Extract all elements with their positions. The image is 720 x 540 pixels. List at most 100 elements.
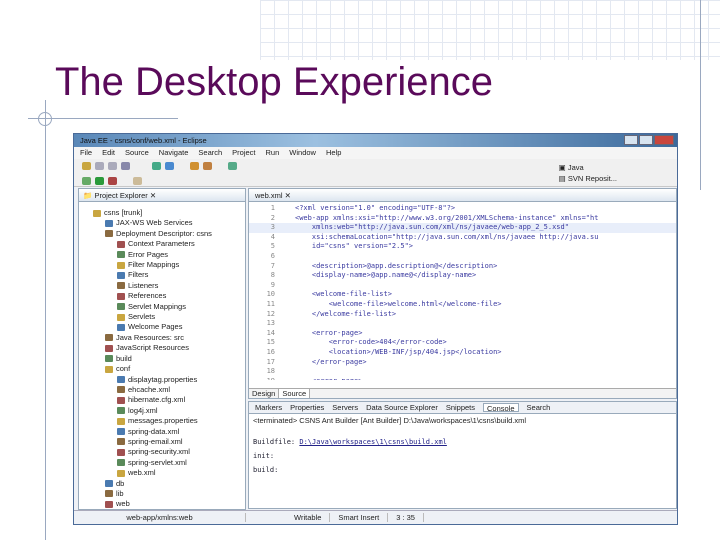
tree-item[interactable]: web.xml xyxy=(79,468,245,478)
menu-window[interactable]: Window xyxy=(289,148,316,158)
menu-search[interactable]: Search xyxy=(198,148,222,158)
tree-item[interactable]: conf xyxy=(79,364,245,374)
code-text: id="csns" version="2.5"> xyxy=(295,242,414,251)
tree-item[interactable]: lib xyxy=(79,489,245,499)
tree-item[interactable]: References xyxy=(79,291,245,301)
code-text: <welcome-file-list> xyxy=(295,290,392,299)
navigate-icon[interactable] xyxy=(133,177,142,185)
tree-item[interactable]: csns [trunk] xyxy=(79,208,245,218)
tree-item-label: Servlet Mappings xyxy=(128,301,186,311)
tree-item[interactable]: Filters xyxy=(79,270,245,280)
menu-project[interactable]: Project xyxy=(232,148,255,158)
eclipse-window: Java EE - csns/conf/web.xml - Eclipse Fi… xyxy=(73,133,678,525)
perspective-java[interactable]: ▣ Java xyxy=(559,162,617,173)
decor-line xyxy=(700,0,701,190)
folder-icon xyxy=(105,334,113,342)
external-tools-icon[interactable] xyxy=(108,177,117,185)
tree-item[interactable]: messages.properties xyxy=(79,416,245,426)
tree-item[interactable]: Java Resources: src xyxy=(79,333,245,343)
tree-item[interactable]: spring-data.xml xyxy=(79,427,245,437)
menu-help[interactable]: Help xyxy=(326,148,341,158)
debug-icon[interactable] xyxy=(82,177,91,185)
save-icon[interactable] xyxy=(95,162,104,170)
line-number: 6 xyxy=(270,251,275,260)
menu-navigate[interactable]: Navigate xyxy=(159,148,189,158)
tab-design[interactable]: Design xyxy=(249,389,280,398)
tree-item[interactable]: hibernate.cfg.xml xyxy=(79,395,245,405)
globe-icon[interactable] xyxy=(165,162,174,170)
code-line: 16 <location>/WEB-INF/jsp/404.jsp</locat… xyxy=(249,348,676,358)
tab-snippets[interactable]: Snippets xyxy=(446,403,475,412)
menu-edit[interactable]: Edit xyxy=(102,148,115,158)
print-icon[interactable] xyxy=(121,162,130,170)
view-tabs: Markers Properties Servers Data Source Expl… xyxy=(249,402,676,414)
tab-project-explorer[interactable]: 📁 Project Explorer ✕ xyxy=(79,189,245,202)
folder-icon xyxy=(105,480,113,488)
file-icon xyxy=(117,469,125,477)
folder-icon xyxy=(105,230,113,238)
menu-run[interactable]: Run xyxy=(266,148,280,158)
code-line: 17 </error-page> xyxy=(249,358,676,368)
tree-item[interactable]: Error Pages xyxy=(79,250,245,260)
tab-search[interactable]: Search xyxy=(527,403,551,412)
code-text: <location>/WEB-INF/jsp/404.jsp</location… xyxy=(295,347,502,356)
tree-item-label: spring-servlet.xml xyxy=(128,457,187,467)
tree-item[interactable]: Listeners xyxy=(79,281,245,291)
tree-item[interactable]: Context Parameters xyxy=(79,239,245,249)
new-server-icon[interactable] xyxy=(152,162,161,170)
tree-item[interactable]: Welcome Pages xyxy=(79,322,245,332)
line-number: 5 xyxy=(270,242,275,251)
tree-item[interactable]: web xyxy=(79,499,245,509)
buildfile-link[interactable]: D:\Java\workspaces\1\csns\build.xml xyxy=(299,438,447,446)
tree-item-label: csns [trunk] xyxy=(104,208,143,217)
tree-item[interactable]: db xyxy=(79,479,245,489)
tree-item-label: log4j.xml xyxy=(128,405,158,415)
menu-file[interactable]: File xyxy=(80,148,92,158)
tree-item[interactable]: JAX-WS Web Services xyxy=(79,218,245,228)
save-all-icon[interactable] xyxy=(108,162,117,170)
decor-line xyxy=(45,100,46,540)
tree-item[interactable]: spring-servlet.xml xyxy=(79,458,245,468)
tab-properties[interactable]: Properties xyxy=(290,403,324,412)
run-icon[interactable] xyxy=(95,177,104,185)
line-number: 7 xyxy=(270,261,275,270)
perspective-label: Java xyxy=(567,163,584,172)
code-line: 6 xyxy=(249,252,676,262)
tab-servers[interactable]: Servers xyxy=(332,403,358,412)
menu-source[interactable]: Source xyxy=(125,148,149,158)
maximize-button[interactable] xyxy=(639,135,653,145)
tree-item[interactable]: log4j.xml xyxy=(79,406,245,416)
buildfile-label: Buildfile: xyxy=(253,438,296,446)
minimize-button[interactable] xyxy=(624,135,638,145)
tree-item[interactable]: ehcache.xml xyxy=(79,385,245,395)
tab-source[interactable]: Source xyxy=(279,389,311,398)
tab-label: Project Explorer xyxy=(94,191,148,200)
line-number: 2 xyxy=(270,213,275,222)
open-type-icon[interactable] xyxy=(190,162,199,170)
tree-item[interactable]: displaytag.properties xyxy=(79,375,245,385)
tree-item-label: lib xyxy=(116,488,124,498)
code-text: <display-name>@app.name@</display-name> xyxy=(295,271,477,280)
tab-data-source-explorer[interactable]: Data Source Explorer xyxy=(366,403,438,412)
tree-item[interactable]: JavaScript Resources xyxy=(79,343,245,353)
file-icon xyxy=(117,428,125,436)
perspective-svn[interactable]: ▤ SVN Reposit... xyxy=(559,173,617,184)
tab-markers[interactable]: Markers xyxy=(255,403,282,412)
tab-web-xml[interactable]: web.xml ✕ xyxy=(249,189,676,202)
tree-item[interactable]: spring-email.xml xyxy=(79,437,245,447)
tab-console[interactable]: Console xyxy=(483,403,519,413)
new-icon[interactable] xyxy=(82,162,91,170)
tree-item[interactable]: build xyxy=(79,354,245,364)
folder-icon xyxy=(105,219,113,227)
tree-item[interactable]: Servlets xyxy=(79,312,245,322)
open-task-icon[interactable] xyxy=(203,162,212,170)
code-area[interactable]: 1 <?xml version="1.0" encoding="UTF-8"?> 2… xyxy=(249,202,676,380)
file-icon xyxy=(117,417,125,425)
tree-item[interactable]: spring-security.xml xyxy=(79,447,245,457)
tree-item[interactable]: Deployment Descriptor: csns xyxy=(79,229,245,239)
file-icon xyxy=(117,448,125,456)
search-icon[interactable] xyxy=(228,162,237,170)
tree-item[interactable]: Filter Mappings xyxy=(79,260,245,270)
close-button[interactable] xyxy=(654,135,674,145)
tree-item[interactable]: Servlet Mappings xyxy=(79,302,245,312)
